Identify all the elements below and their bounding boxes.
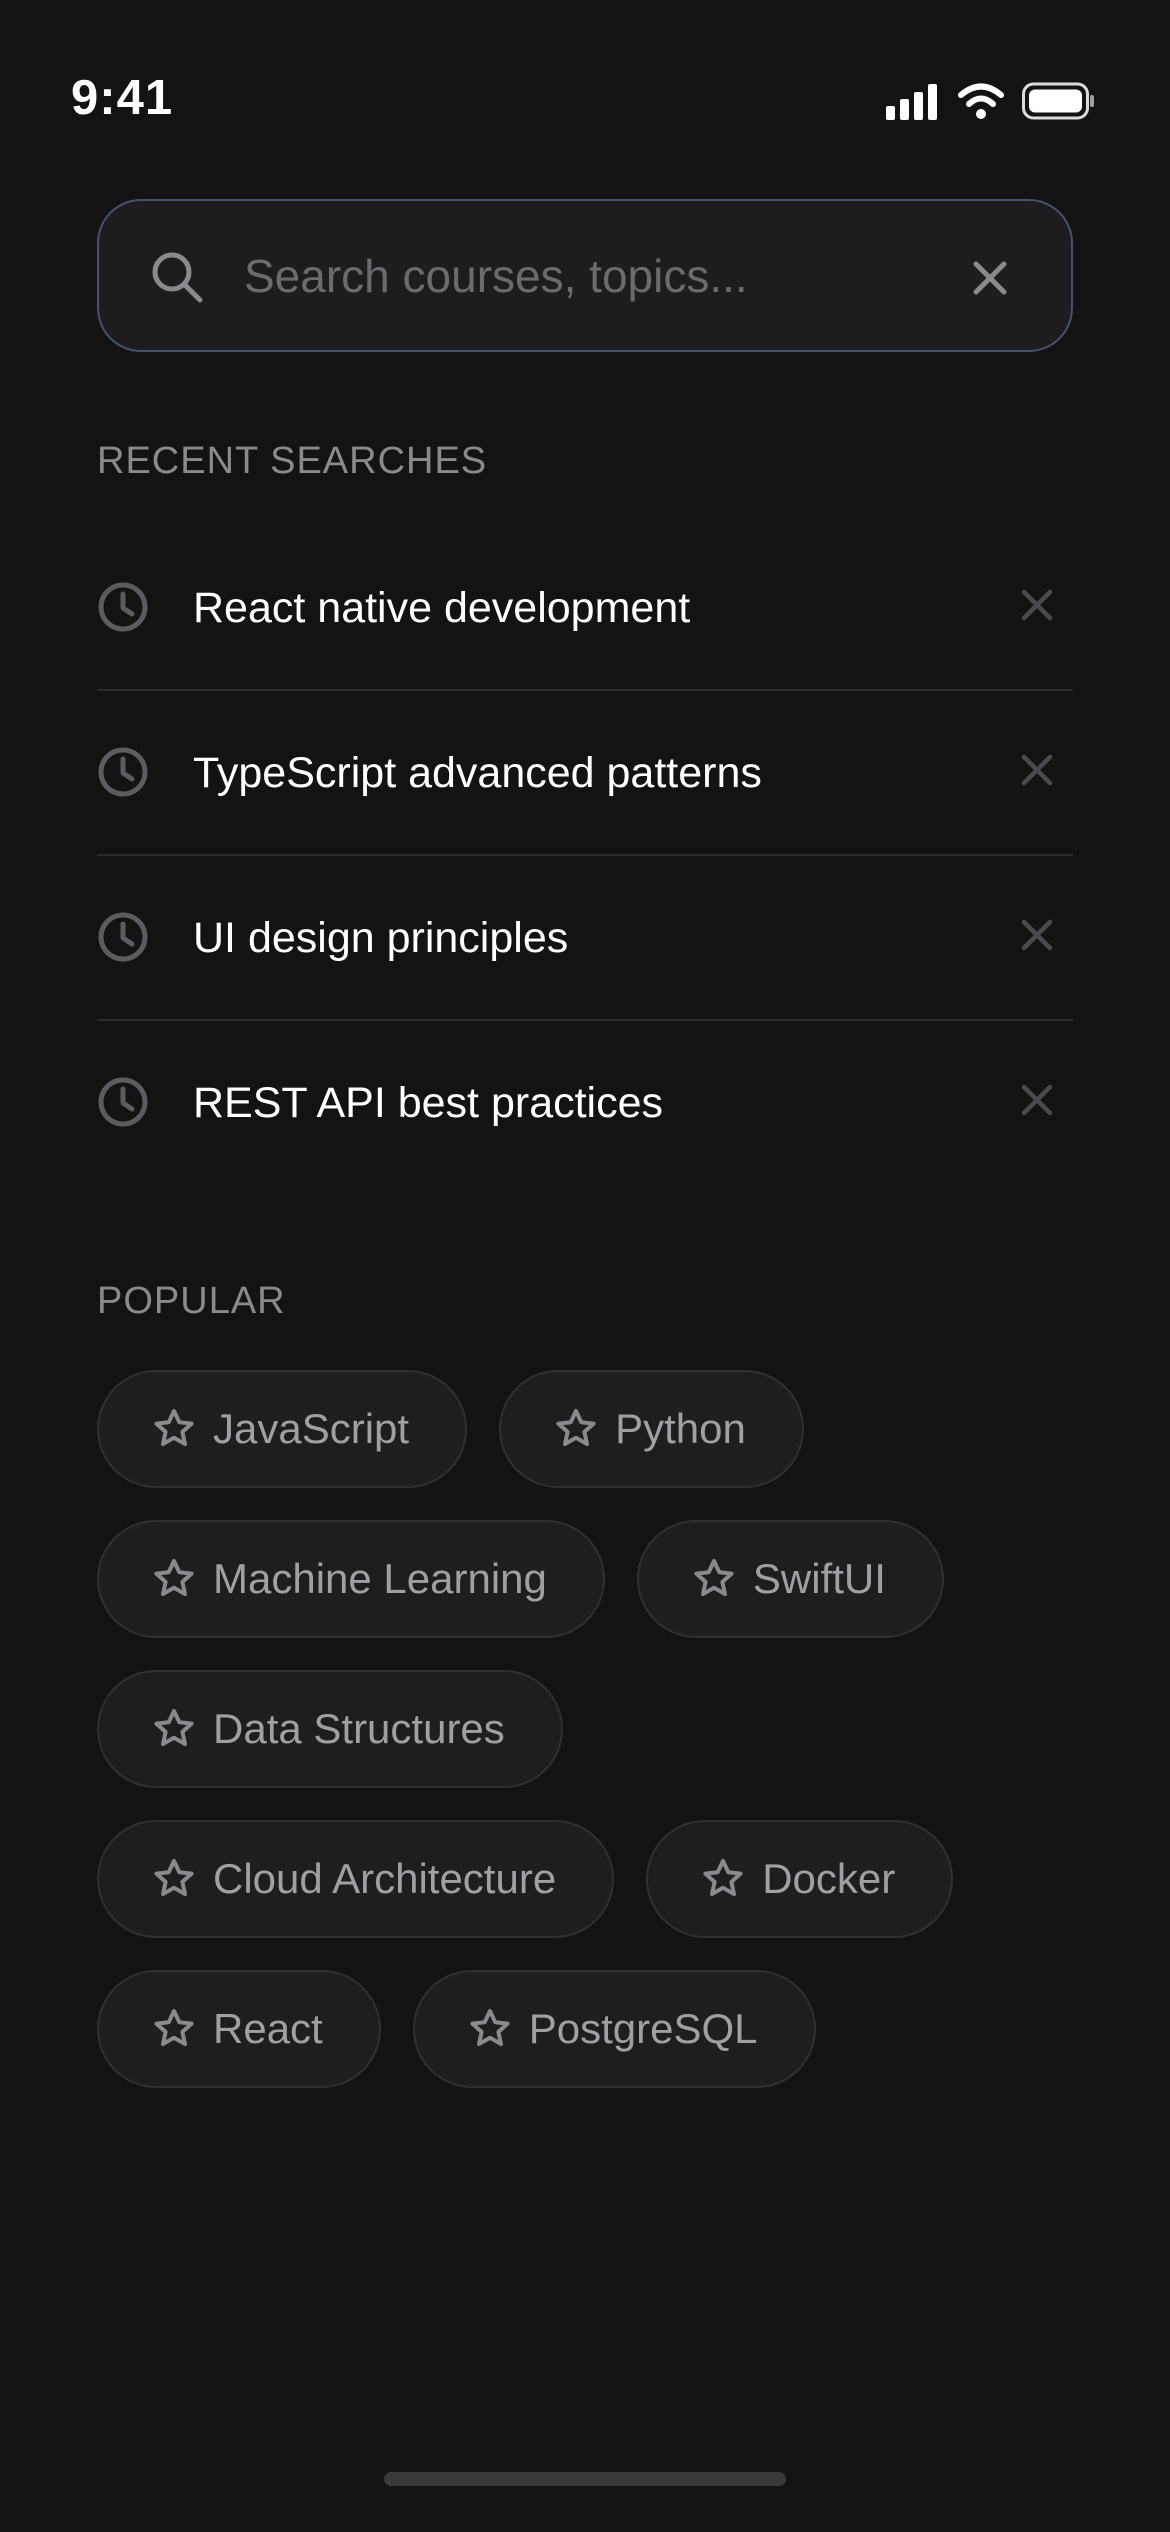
recent-searches-title: RECENT SEARCHES: [97, 440, 488, 482]
cellular-signal-icon: [886, 84, 937, 120]
remove-recent-button[interactable]: [1015, 1078, 1059, 1122]
clock-icon: [98, 1077, 148, 1127]
recent-search-item[interactable]: React native development: [97, 526, 1073, 691]
close-icon: [1021, 589, 1053, 621]
star-icon: [154, 1859, 194, 1896]
status-bar: 9:41: [0, 0, 1170, 200]
recent-search-item[interactable]: TypeScript advanced patterns: [97, 691, 1073, 856]
star-icon: [154, 1559, 194, 1596]
popular-tag[interactable]: React: [97, 1970, 381, 2088]
remove-recent-button[interactable]: [1015, 748, 1059, 792]
clock-icon: [98, 912, 148, 962]
popular-tag[interactable]: SwiftUI: [636, 1520, 944, 1638]
star-icon: [556, 1409, 596, 1446]
remove-recent-button[interactable]: [1015, 583, 1059, 627]
popular-tag[interactable]: Cloud Architecture: [97, 1820, 615, 1938]
popular-tag[interactable]: JavaScript: [97, 1370, 468, 1488]
clear-search-button[interactable]: [955, 243, 1025, 313]
clock-icon: [98, 747, 148, 797]
star-icon: [703, 1859, 743, 1896]
chip-row: Cloud Architecture Docker: [97, 1820, 1087, 1938]
clock-icon: [98, 582, 148, 632]
popular-tag-label: Docker: [762, 1855, 896, 1902]
chip-row: JavaScript Python: [97, 1370, 1087, 1488]
star-icon: [694, 1559, 734, 1596]
popular-tag-label: SwiftUI: [752, 1555, 886, 1602]
popular-tag[interactable]: Data Structures: [97, 1670, 563, 1788]
close-icon: [973, 261, 1007, 295]
popular-tag-label: React: [213, 2005, 323, 2052]
star-icon: [154, 1709, 194, 1746]
recent-search-item[interactable]: REST API best practices: [97, 1021, 1073, 1186]
recent-search-label: React native development: [193, 584, 691, 632]
star-icon: [154, 2009, 194, 2046]
popular-tag-label: Python: [615, 1405, 746, 1452]
recent-searches-list: React native development TypeScript adva…: [97, 526, 1073, 1186]
popular-tag[interactable]: Machine Learning: [97, 1520, 605, 1638]
search-input[interactable]: [244, 231, 944, 321]
popular-tag[interactable]: PostgreSQL: [412, 1970, 816, 2088]
popular-tags: JavaScript Python Machine Learning Swift…: [97, 1370, 1087, 2120]
popular-title: POPULAR: [97, 1280, 286, 1322]
remove-recent-button[interactable]: [1015, 913, 1059, 957]
search-icon: [152, 252, 203, 303]
search-bar[interactable]: [97, 199, 1073, 352]
popular-tag-label: Data Structures: [213, 1705, 505, 1752]
popular-tag-label: PostgreSQL: [528, 2005, 758, 2052]
recent-search-item[interactable]: UI design principles: [97, 856, 1073, 1021]
chip-row: Data Structures: [97, 1670, 1087, 1788]
popular-tag-label: Cloud Architecture: [213, 1855, 557, 1902]
search-screen: 9:41 RECEN: [0, 0, 1170, 2532]
home-indicator[interactable]: [384, 2472, 786, 2486]
chip-row: React PostgreSQL: [97, 1970, 1087, 2088]
close-icon: [1021, 1084, 1053, 1116]
popular-tag[interactable]: Python: [499, 1370, 804, 1488]
wifi-icon: [958, 83, 1004, 119]
chip-row: Machine Learning SwiftUI: [97, 1520, 1087, 1638]
battery-icon: [1022, 82, 1094, 120]
recent-search-label: TypeScript advanced patterns: [193, 749, 762, 797]
close-icon: [1021, 919, 1053, 951]
close-icon: [1021, 754, 1053, 786]
popular-tag-label: Machine Learning: [213, 1555, 547, 1602]
star-icon: [470, 2009, 510, 2046]
popular-tag[interactable]: Docker: [646, 1820, 954, 1938]
recent-search-label: REST API best practices: [193, 1079, 664, 1127]
star-icon: [154, 1409, 194, 1446]
status-time: 9:41: [71, 71, 174, 125]
recent-search-label: UI design principles: [193, 914, 569, 962]
popular-tag-label: JavaScript: [213, 1405, 410, 1452]
